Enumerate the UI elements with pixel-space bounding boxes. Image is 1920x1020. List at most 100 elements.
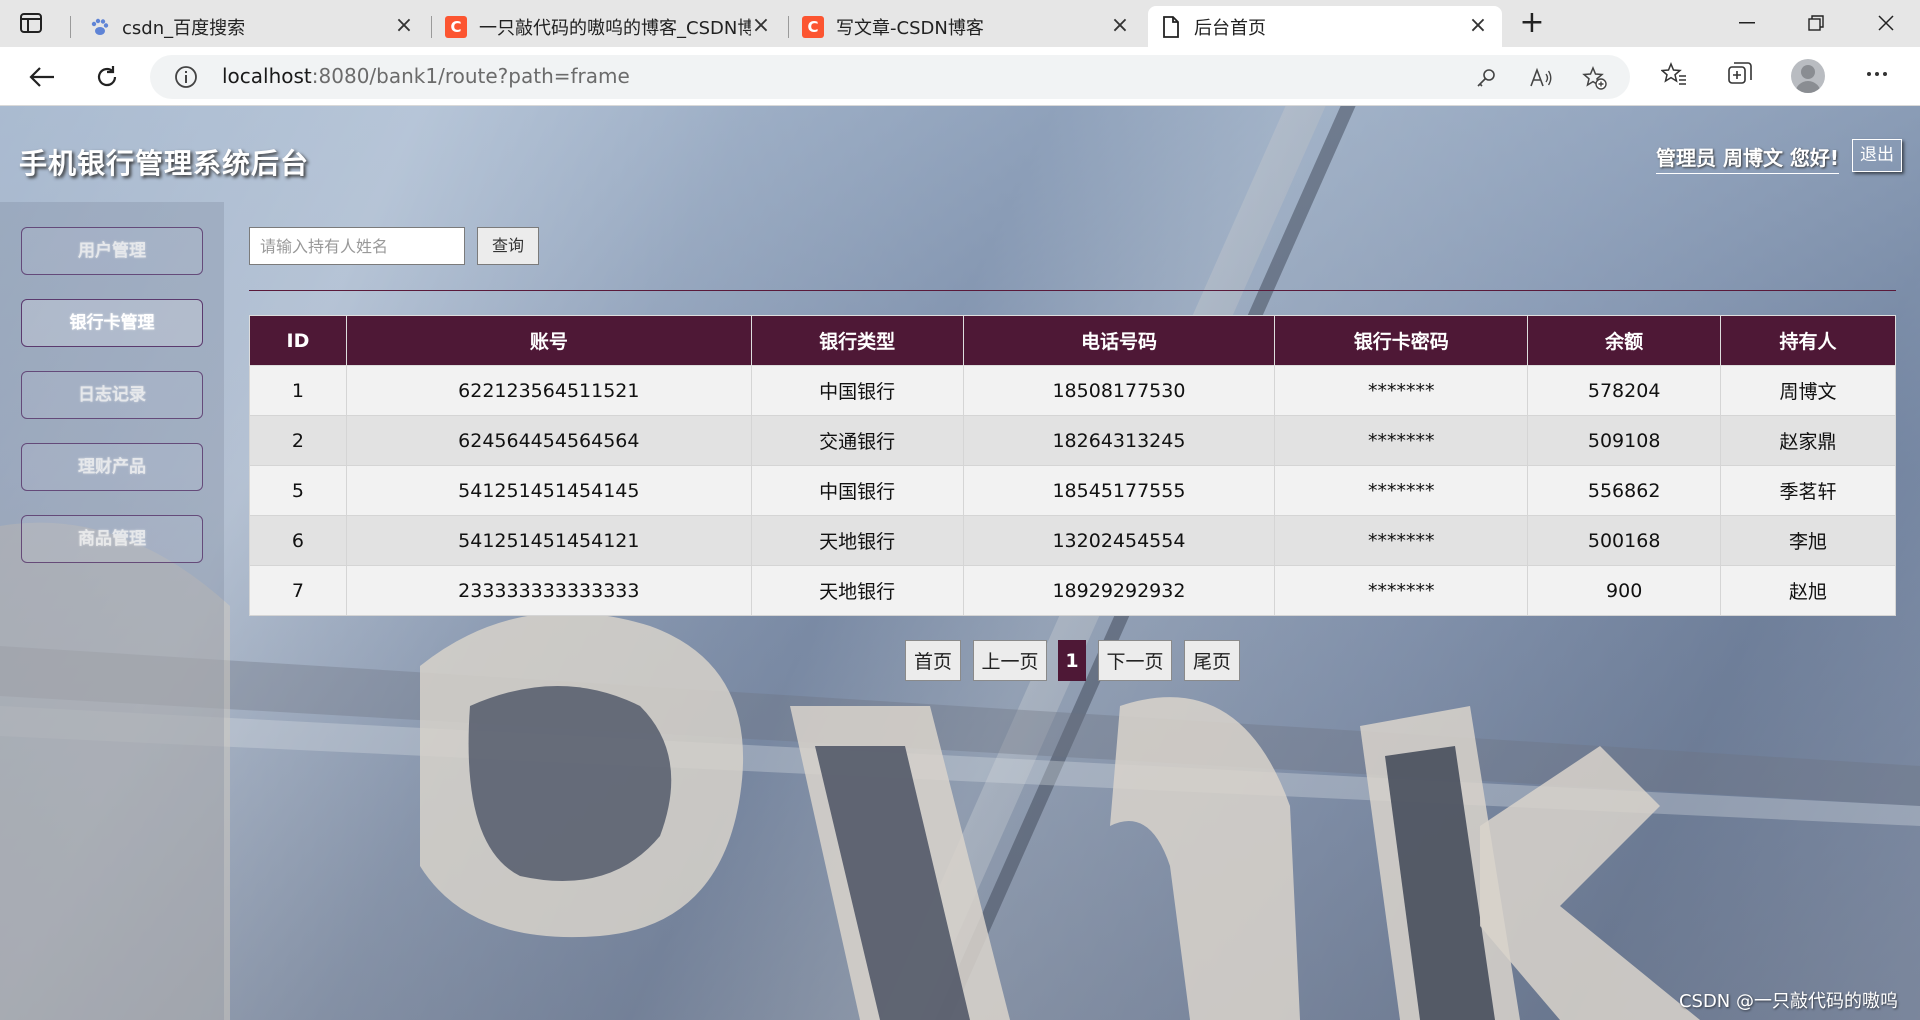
- profile-avatar[interactable]: [1791, 59, 1825, 93]
- next-page-button[interactable]: 下一页: [1098, 640, 1172, 681]
- tab-title: csdn_百度搜索: [122, 17, 246, 39]
- cell-phone: 18508177530: [962, 365, 1276, 416]
- holder-name-search-input[interactable]: [249, 227, 465, 265]
- column-header-id[interactable]: ID: [249, 315, 347, 366]
- cell-account: 233333333333333: [345, 565, 752, 616]
- minimize-icon[interactable]: [1727, 8, 1767, 38]
- tab-csdn-blog[interactable]: C 一只敲代码的嗷呜的博客_CSDN博 ×: [433, 6, 785, 47]
- more-menu-icon[interactable]: [1862, 59, 1892, 89]
- cell-phone: 18929292932: [962, 565, 1276, 616]
- cell-card-password: *******: [1274, 415, 1529, 466]
- admin-greeting: 管理员 周博文 您好!: [1656, 142, 1840, 174]
- tab-baidu[interactable]: csdn_百度搜索 ×: [76, 6, 428, 47]
- table-row[interactable]: 1 622123564511521 中国银行 18508177530 *****…: [249, 365, 1896, 416]
- cell-phone: 18264313245: [962, 415, 1276, 466]
- collections-icon[interactable]: [1725, 59, 1755, 89]
- tab-separator: [70, 16, 71, 38]
- cell-card-password: *******: [1274, 515, 1529, 566]
- tab-strip: csdn_百度搜索 × C 一只敲代码的嗷呜的博客_CSDN博 × C 写文章-…: [0, 0, 1920, 47]
- last-page-button[interactable]: 尾页: [1184, 640, 1240, 681]
- cell-id: 7: [249, 565, 347, 616]
- admin-page: 手机银行管理系统后台 管理员 周博文 您好! 退出 用户管理 银行卡管理 日志记…: [0, 106, 1920, 1020]
- sidebar-item-user-management[interactable]: 用户管理: [21, 227, 203, 275]
- table-row[interactable]: 6 541251451454121 天地银行 13202454554 *****…: [249, 515, 1896, 566]
- cell-bank-type: 中国银行: [750, 465, 964, 516]
- cell-bank-type: 天地银行: [750, 565, 964, 616]
- restore-icon[interactable]: [1796, 8, 1836, 38]
- csdn-watermark: CSDN @一只敲代码的嗷呜: [1678, 991, 1898, 1012]
- column-header-holder[interactable]: 持有人: [1720, 315, 1896, 366]
- back-arrow-icon[interactable]: [25, 60, 59, 94]
- url-bar[interactable]: localhost:8080/bank1/route?path=frame: [150, 55, 1630, 99]
- column-header-bank-type[interactable]: 银行类型: [750, 315, 964, 366]
- cell-account: 622123564511521: [345, 365, 752, 416]
- cell-holder: 赵家鼎: [1720, 415, 1896, 466]
- current-page-indicator[interactable]: 1: [1058, 640, 1086, 681]
- sidebar-item-logs[interactable]: 日志记录: [21, 371, 203, 419]
- cell-bank-type: 中国银行: [750, 365, 964, 416]
- cell-balance: 509108: [1527, 415, 1722, 466]
- tab-title: 一只敲代码的嗷呜的博客_CSDN博: [479, 17, 751, 39]
- table-row[interactable]: 2 624564454564564 交通银行 18264313245 *****…: [249, 415, 1896, 466]
- favorites-icon[interactable]: [1659, 59, 1689, 89]
- read-aloud-icon[interactable]: [1526, 63, 1556, 93]
- logout-button[interactable]: 退出: [1852, 139, 1902, 172]
- close-icon[interactable]: ×: [1110, 14, 1130, 37]
- system-title: 手机银行管理系统后台: [19, 147, 310, 180]
- column-header-phone[interactable]: 电话号码: [962, 315, 1276, 366]
- cell-balance: 900: [1527, 565, 1722, 616]
- column-header-balance[interactable]: 余额: [1527, 315, 1722, 366]
- window-close-icon[interactable]: [1866, 8, 1906, 38]
- cell-bank-type: 交通银行: [750, 415, 964, 466]
- tab-csdn-write[interactable]: C 写文章-CSDN博客 ×: [790, 6, 1144, 47]
- close-icon[interactable]: ×: [751, 14, 771, 37]
- url-text[interactable]: localhost:8080/bank1/route?path=frame: [222, 64, 630, 88]
- bank-card-table: ID 账号 银行类型 电话号码 银行卡密码 余额 持有人 1 622123564…: [249, 315, 1896, 616]
- cell-balance: 578204: [1527, 365, 1722, 416]
- first-page-button[interactable]: 首页: [905, 640, 961, 681]
- cell-bank-type: 天地银行: [750, 515, 964, 566]
- cell-card-password: *******: [1274, 565, 1529, 616]
- prev-page-button[interactable]: 上一页: [973, 640, 1047, 681]
- cell-id: 6: [249, 515, 347, 566]
- sidebar-item-card-management[interactable]: 银行卡管理: [21, 299, 203, 347]
- tab-separator: [431, 16, 432, 38]
- cell-holder: 李旭: [1720, 515, 1896, 566]
- info-icon[interactable]: [174, 65, 198, 89]
- cell-phone: 13202454554: [962, 515, 1276, 566]
- query-button[interactable]: 查询: [477, 227, 539, 265]
- cell-id: 2: [249, 415, 347, 466]
- cell-holder: 周博文: [1720, 365, 1896, 416]
- column-header-card-password[interactable]: 银行卡密码: [1274, 315, 1529, 366]
- cell-card-password: *******: [1274, 365, 1529, 416]
- cell-account: 624564454564564: [345, 415, 752, 466]
- page-icon: [1160, 15, 1182, 38]
- cell-card-password: *******: [1274, 465, 1529, 516]
- cell-id: 5: [249, 465, 347, 516]
- add-favorite-icon[interactable]: [1580, 63, 1610, 93]
- tab-admin-home[interactable]: 后台首页 ×: [1148, 6, 1502, 47]
- new-tab-icon[interactable]: +: [1517, 8, 1547, 40]
- cell-account: 541251451454145: [345, 465, 752, 516]
- sidebar-item-goods-management[interactable]: 商品管理: [21, 515, 203, 563]
- tab-title: 写文章-CSDN博客: [836, 17, 984, 39]
- url-path: :8080/bank1/route?path=frame: [311, 64, 630, 88]
- sidebar-item-wealth-products[interactable]: 理财产品: [21, 443, 203, 491]
- tab-title: 后台首页: [1194, 17, 1266, 39]
- cell-account: 541251451454121: [345, 515, 752, 566]
- cell-balance: 556862: [1527, 465, 1722, 516]
- reload-icon[interactable]: [90, 60, 124, 94]
- csdn-icon: C: [445, 15, 467, 38]
- tab-actions-icon[interactable]: [18, 11, 44, 35]
- close-icon[interactable]: ×: [394, 14, 414, 37]
- tab-separator: [788, 16, 789, 38]
- divider: [249, 290, 1896, 291]
- close-icon[interactable]: ×: [1468, 14, 1488, 37]
- cell-holder: 季茗轩: [1720, 465, 1896, 516]
- table-row[interactable]: 5 541251451454145 中国银行 18545177555 *****…: [249, 465, 1896, 516]
- column-header-account[interactable]: 账号: [345, 315, 752, 366]
- csdn-icon: C: [802, 15, 824, 38]
- key-icon[interactable]: [1471, 63, 1501, 93]
- cell-balance: 500168: [1527, 515, 1722, 566]
- table-row[interactable]: 7 233333333333333 天地银行 18929292932 *****…: [249, 565, 1896, 616]
